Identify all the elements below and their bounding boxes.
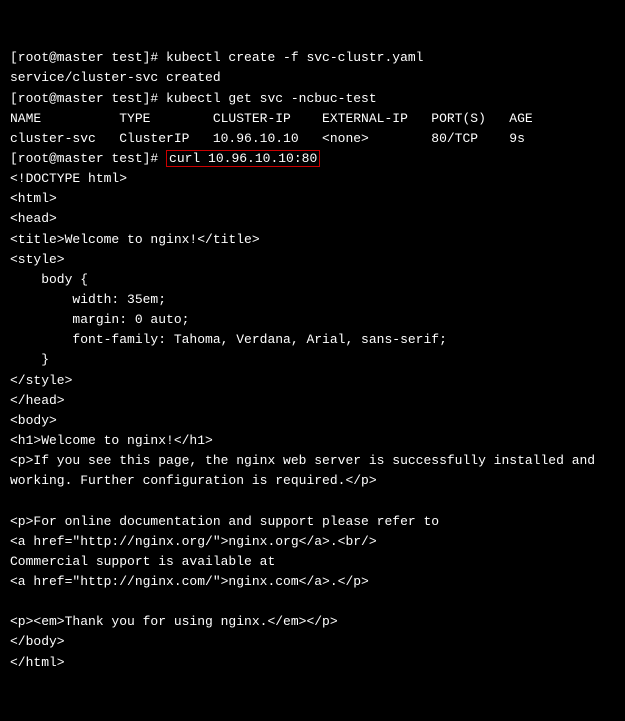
term-line: margin: 0 auto;	[10, 312, 189, 327]
term-line: </html>	[10, 655, 65, 670]
term-line: [root@master test]# kubectl create -f sv…	[10, 50, 423, 65]
term-line: cluster-svc ClusterIP 10.96.10.10 <none>…	[10, 131, 525, 146]
term-line: <body>	[10, 413, 57, 428]
term-line: </style>	[10, 373, 72, 388]
term-line: width: 35em;	[10, 292, 166, 307]
term-line: font-family: Tahoma, Verdana, Arial, san…	[10, 332, 447, 347]
term-line: service/cluster-svc created	[10, 70, 221, 85]
term-line: <h1>Welcome to nginx!</h1>	[10, 433, 213, 448]
term-line: <style>	[10, 252, 65, 267]
term-line: <a href="http://nginx.org/">nginx.org</a…	[10, 534, 377, 549]
term-line: <a href="http://nginx.com/">nginx.com</a…	[10, 574, 369, 589]
term-line: </head>	[10, 393, 65, 408]
term-line: body {	[10, 272, 88, 287]
term-line: NAME TYPE CLUSTER-IP EXTERNAL-IP PORT(S)…	[10, 111, 533, 126]
term-line: <html>	[10, 191, 57, 206]
term-line: <p>For online documentation and support …	[10, 514, 439, 529]
term-prompt: [root@master test]#	[10, 151, 166, 166]
term-line: Commercial support is available at	[10, 554, 275, 569]
term-line: <p>If you see this page, the nginx web s…	[10, 453, 595, 468]
term-line: <!DOCTYPE html>	[10, 171, 127, 186]
term-line: <head>	[10, 211, 57, 226]
highlighted-command: curl 10.96.10.10:80	[166, 150, 320, 167]
term-line: <title>Welcome to nginx!</title>	[10, 232, 260, 247]
term-line: [root@master test]# kubectl get svc -ncb…	[10, 91, 377, 106]
term-line: </body>	[10, 634, 65, 649]
term-line: <p><em>Thank you for using nginx.</em></…	[10, 614, 338, 629]
term-line: }	[10, 352, 49, 367]
term-line: working. Further configuration is requir…	[10, 473, 377, 488]
